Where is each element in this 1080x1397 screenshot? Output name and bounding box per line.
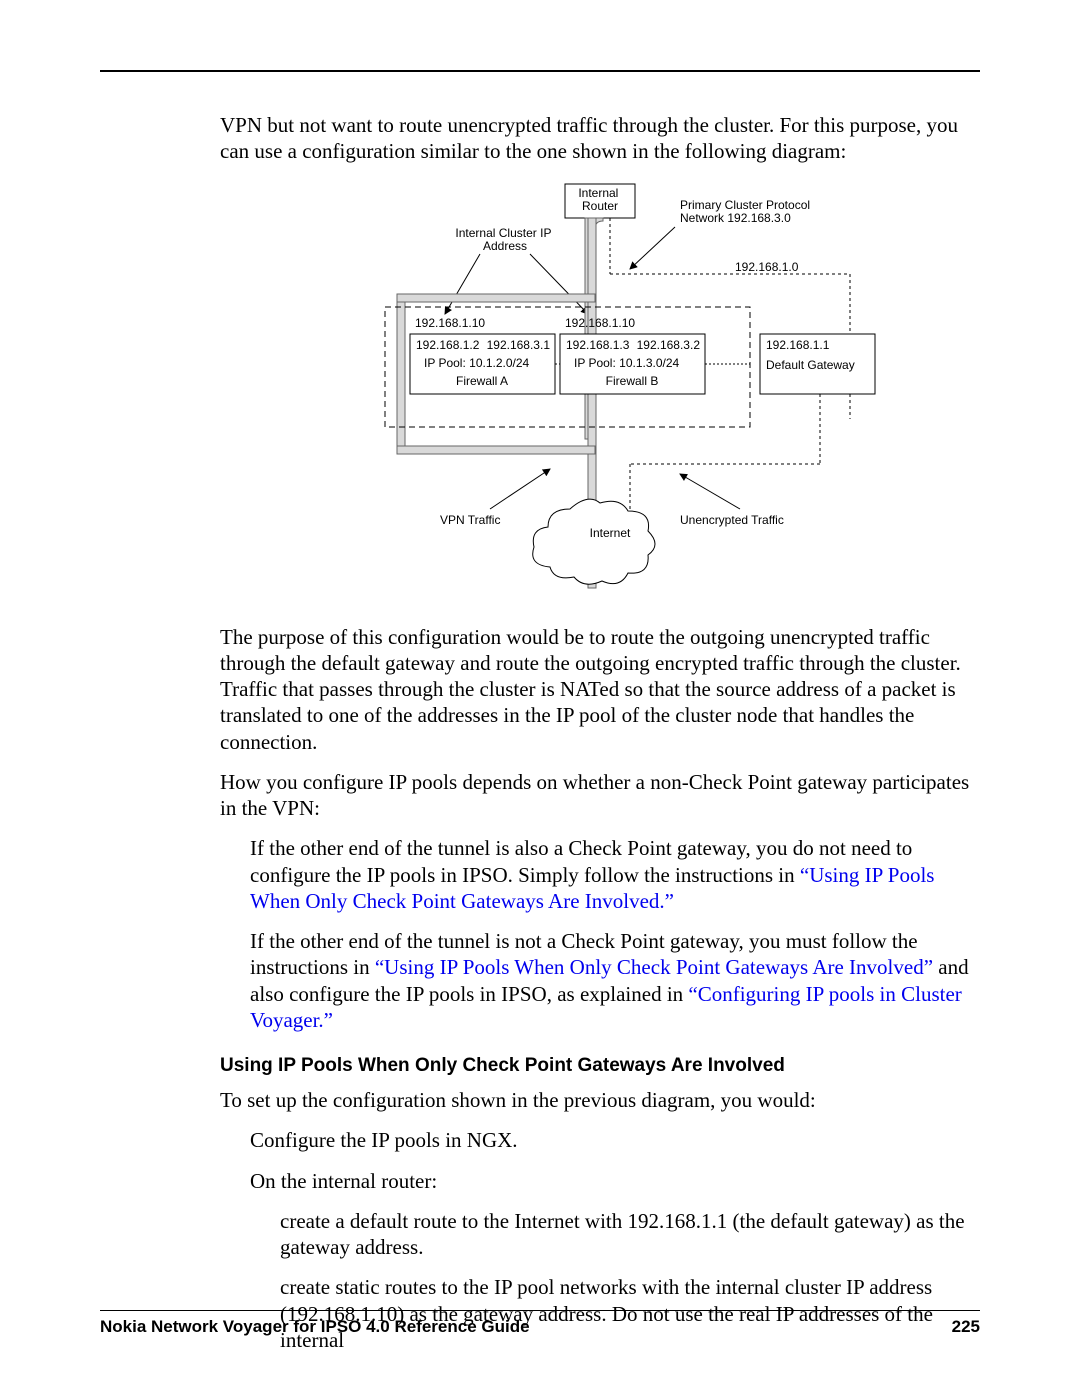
after-p1: The purpose of this configuration would … xyxy=(100,624,980,755)
diagram-fwA-pool: IP Pool: 10.1.2.0/24 xyxy=(424,356,530,370)
diagram-net-right: 192.168.1.0 xyxy=(735,260,799,274)
section-s2a: create a default route to the Internet w… xyxy=(100,1208,980,1261)
diagram-gw-name: Default Gateway xyxy=(766,358,855,372)
diagram-fwB-pool: IP Pool: 10.1.3.0/24 xyxy=(574,356,680,370)
diagram-internal-cluster-ip: Internal Cluster IP Address xyxy=(455,226,554,253)
diagram-fwB-name: Firewall B xyxy=(606,374,659,388)
diagram-fwA-name: Firewall A xyxy=(456,374,508,388)
section-heading: Using IP Pools When Only Check Point Gat… xyxy=(100,1055,980,1077)
diagram-unencrypted: Unencrypted Traffic xyxy=(680,513,784,527)
diagram-fwB-r1: 192.168.3.2 xyxy=(637,338,701,352)
footer-title: Nokia Network Voyager for IPSO 4.0 Refer… xyxy=(100,1317,530,1337)
page: VPN but not want to route unencrypted tr… xyxy=(0,0,1080,1397)
diagram-gw-ip: 192.168.1.1 xyxy=(766,338,830,352)
diagram-fwA-r1: 192.168.3.1 xyxy=(487,338,551,352)
section-p1: To set up the configuration shown in the… xyxy=(100,1087,980,1113)
section-s1: Configure the IP pools in NGX. xyxy=(100,1127,980,1153)
page-footer: Nokia Network Voyager for IPSO 4.0 Refer… xyxy=(100,1310,980,1337)
section-s2: On the internal router: xyxy=(100,1168,980,1194)
top-rule xyxy=(100,70,980,72)
after-li1: If the other end of the tunnel is also a… xyxy=(100,835,980,914)
diagram-primary-cluster: Primary Cluster Protocol Network 192.168… xyxy=(680,198,813,225)
after-li2: If the other end of the tunnel is not a … xyxy=(100,928,980,1033)
link-ip-pools-checkpoint-2[interactable]: “Using IP Pools When Only Check Point Ga… xyxy=(375,955,933,979)
after-p2: How you configure IP pools depends on wh… xyxy=(100,769,980,822)
intro-paragraph: VPN but not want to route unencrypted tr… xyxy=(100,112,980,165)
diagram-internal-router: Internal Router xyxy=(578,186,621,213)
diagram-vpn-traffic: VPN Traffic xyxy=(440,513,500,527)
diagram-fwB-l1: 192.168.1.3 xyxy=(566,338,630,352)
diagram-fwA-top: 192.168.1.10 xyxy=(415,316,485,330)
diagram-fwA-l1: 192.168.1.2 xyxy=(416,338,480,352)
network-diagram: Internal Router Primary Cluster Protocol… xyxy=(330,179,910,604)
footer-page-number: 225 xyxy=(952,1317,980,1337)
diagram-fwB-top: 192.168.1.10 xyxy=(565,316,635,330)
diagram-internet: Internet xyxy=(590,526,631,540)
